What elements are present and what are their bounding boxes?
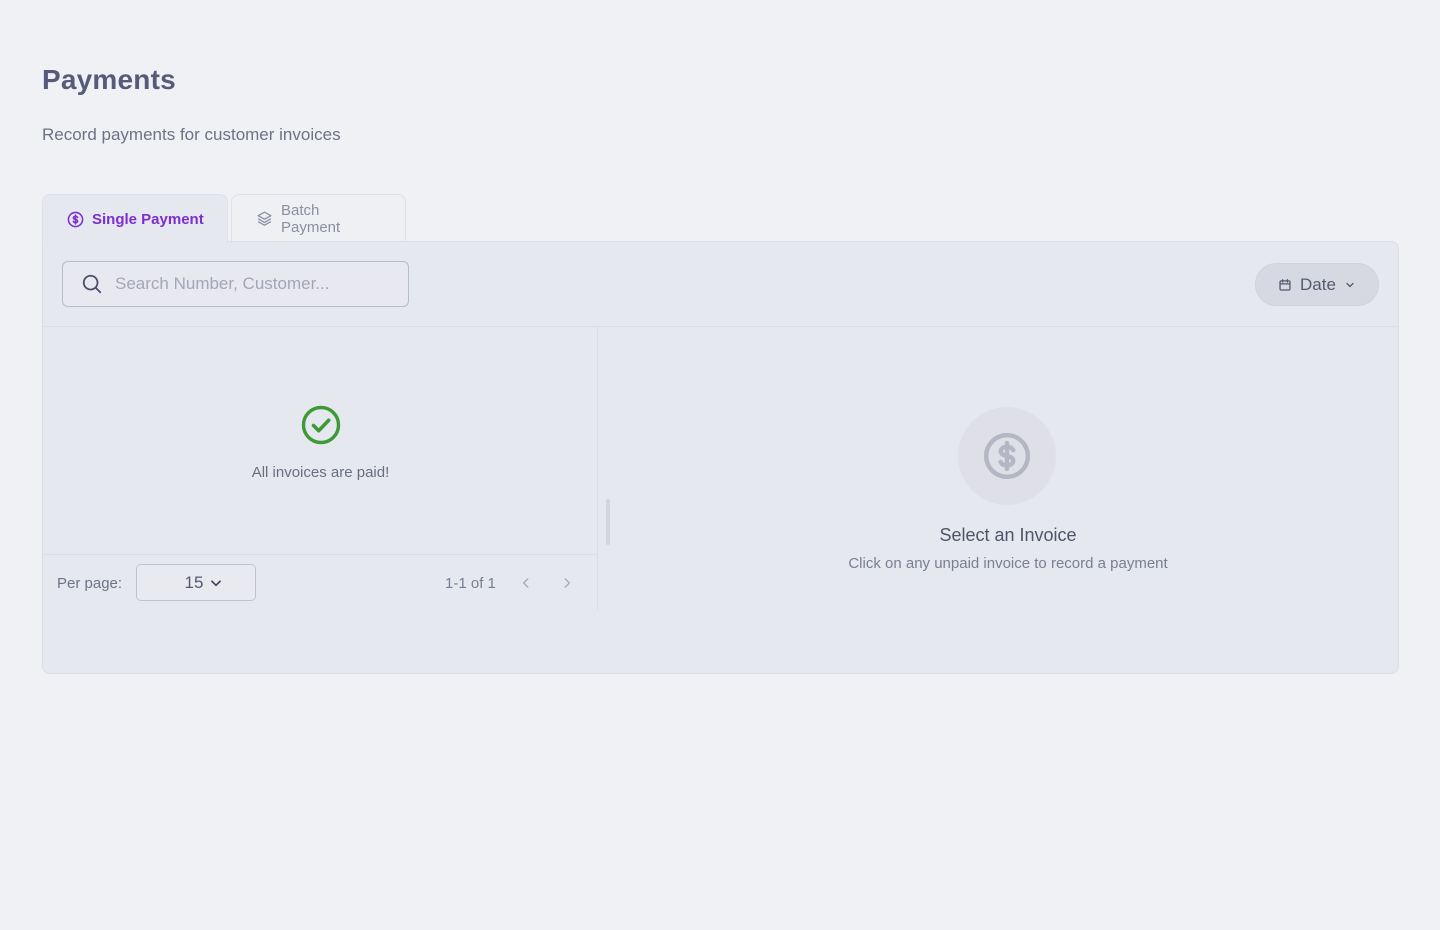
date-filter-label: Date bbox=[1300, 274, 1336, 294]
calendar-icon bbox=[1278, 278, 1292, 292]
payment-panel: Date All invoices are paid! bbox=[42, 241, 1399, 674]
per-page-label: Per page: bbox=[57, 575, 123, 592]
tab-bar: Single Payment Batch Payment bbox=[42, 194, 406, 243]
page-range: 1-1 of 1 bbox=[445, 575, 496, 592]
tab-label: Single Payment bbox=[92, 210, 204, 228]
empty-state: All invoices are paid! bbox=[43, 405, 598, 481]
toolbar: Date bbox=[43, 242, 1398, 327]
tab-batch-payment[interactable]: Batch Payment bbox=[231, 194, 406, 242]
search-input[interactable] bbox=[115, 274, 395, 294]
detail-hint: Click on any unpaid invoice to record a … bbox=[848, 555, 1168, 572]
dollar-circle-icon bbox=[67, 211, 84, 228]
check-circle-icon bbox=[43, 405, 598, 450]
tab-label: Batch Payment bbox=[281, 201, 341, 236]
per-page-select[interactable]: 15 bbox=[136, 564, 256, 601]
page-title: Payments bbox=[42, 64, 176, 95]
next-page-button[interactable] bbox=[556, 571, 578, 595]
search-box[interactable] bbox=[62, 261, 409, 307]
detail-title: Select an Invoice bbox=[939, 525, 1077, 545]
chevron-down-icon bbox=[209, 576, 223, 590]
per-page-value: 15 bbox=[184, 572, 204, 592]
invoice-detail-pane: Select an Invoice Click on any unpaid in… bbox=[599, 327, 1399, 610]
invoice-list-pane: All invoices are paid! Per page: 15 1-1 … bbox=[43, 327, 598, 610]
chevron-left-icon bbox=[519, 576, 533, 590]
layers-icon bbox=[256, 210, 273, 227]
empty-message: All invoices are paid! bbox=[251, 464, 390, 481]
pagination-bar: Per page: 15 1-1 of 1 bbox=[43, 554, 598, 610]
previous-page-button[interactable] bbox=[515, 571, 537, 595]
chevron-right-icon bbox=[560, 576, 574, 590]
tab-single-payment[interactable]: Single Payment bbox=[42, 194, 228, 243]
search-icon bbox=[81, 273, 103, 295]
date-filter-button[interactable]: Date bbox=[1255, 263, 1379, 306]
dollar-circle-icon bbox=[958, 407, 1056, 505]
chevron-down-icon bbox=[1344, 279, 1356, 291]
page-subtitle: Record payments for customer invoices bbox=[42, 125, 341, 144]
